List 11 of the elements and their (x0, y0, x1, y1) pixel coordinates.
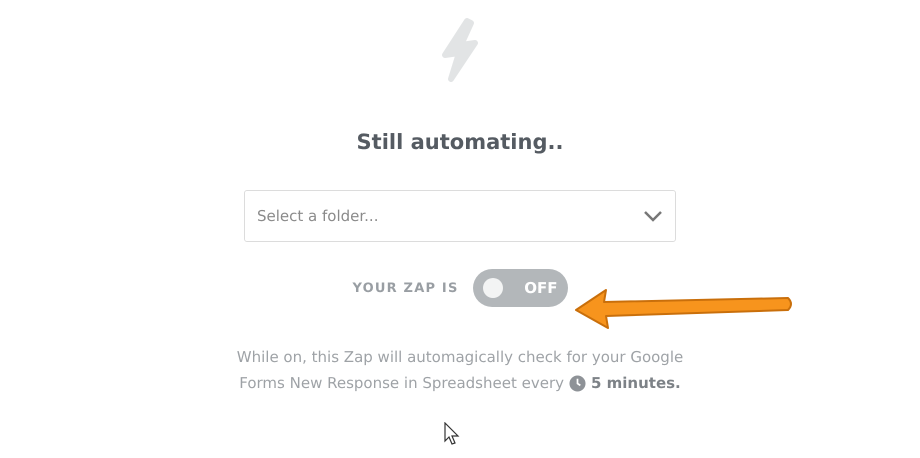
cursor-icon (444, 422, 460, 446)
status-title: Still automating.. (356, 129, 564, 156)
toggle-label: YOUR ZAP IS (352, 280, 459, 296)
interval-text: 5 minutes. (590, 373, 681, 394)
clock-icon (568, 374, 586, 392)
zap-toggle[interactable]: OFF (472, 269, 568, 307)
folder-select[interactable]: Select a folder... (244, 190, 676, 242)
lightning-icon (440, 18, 480, 82)
description-text: Forms New Response in Spreadsheet every (239, 373, 564, 394)
description-text: While on, this Zap will automagically check for your Google (236, 347, 684, 368)
chevron-down-icon (643, 210, 663, 222)
